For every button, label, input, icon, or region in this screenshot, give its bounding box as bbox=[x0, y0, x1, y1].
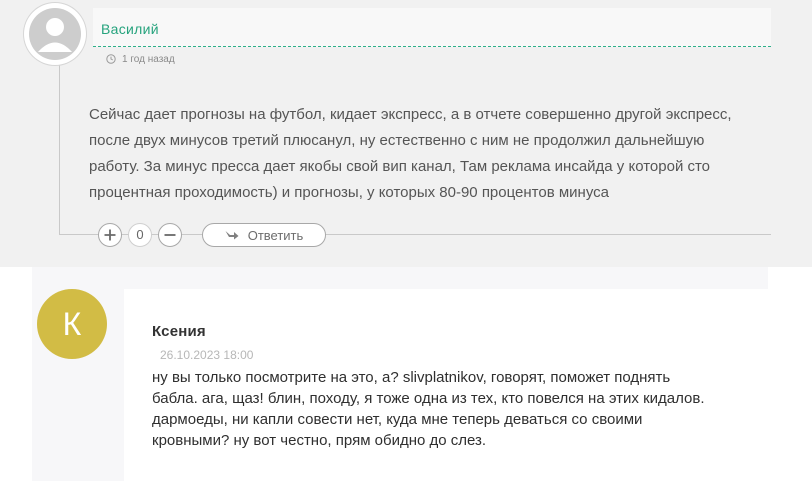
vote-down-button[interactable] bbox=[158, 223, 182, 247]
comment-text-line: Сейчас дает прогнозы на футбол, кидает э… bbox=[89, 106, 732, 123]
thread-line bbox=[59, 62, 60, 234]
comment-date: 26.10.2023 18:00 bbox=[160, 348, 254, 362]
comment-author: Ксения bbox=[152, 323, 206, 340]
comment-author: Василий bbox=[101, 21, 159, 37]
comment-text-line: дармоеды, ни капли совести нет, куда мне… bbox=[152, 411, 643, 428]
comment-text-line: процентная проходимость) и прогнозы, у к… bbox=[89, 184, 609, 201]
comment-text-line: ну вы только посмотрите на это, а? slivp… bbox=[152, 369, 671, 386]
comment-text: ну вы только посмотрите на это, а? slivp… bbox=[152, 367, 752, 451]
reply-arrow-icon bbox=[225, 231, 239, 240]
comment-header: Василий bbox=[93, 8, 771, 47]
comment-text-line: работу. За минус пресса дает якобы свой … bbox=[89, 158, 711, 175]
comment-time: 1 год назад bbox=[122, 53, 175, 65]
comment-text-line: кровными? ну вот честно, прям обидно до … bbox=[152, 432, 487, 449]
plus-icon bbox=[104, 229, 116, 241]
comment-text-line: бабла. ага, щаз! блин, походу, я тоже од… bbox=[152, 390, 705, 407]
minus-icon bbox=[164, 234, 176, 236]
comment-text-line: после двух минусов третий плюсанул, ну е… bbox=[89, 132, 705, 149]
reply-button[interactable]: Ответить bbox=[202, 223, 326, 247]
comment-meta: 1 год назад bbox=[106, 53, 175, 65]
avatar bbox=[24, 3, 86, 65]
vote-count: 0 bbox=[128, 223, 152, 247]
comment-text: Сейчас дает прогнозы на футбол, кидает э… bbox=[89, 102, 779, 206]
reply-button-label: Ответить bbox=[247, 227, 304, 243]
default-user-avatar-icon bbox=[29, 8, 81, 60]
vote-up-button[interactable] bbox=[98, 223, 122, 247]
clock-icon bbox=[106, 54, 116, 64]
avatar: К bbox=[37, 289, 107, 359]
